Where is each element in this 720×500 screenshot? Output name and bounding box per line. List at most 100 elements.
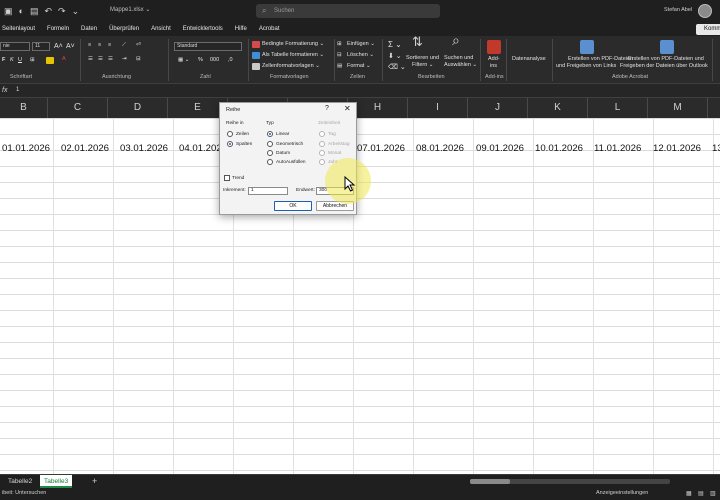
search-box[interactable]: ⌕ Suchen — [256, 4, 440, 18]
italic-icon[interactable]: K — [10, 57, 14, 64]
weekday-radio[interactable] — [319, 141, 325, 147]
create-pdf-outlook-line2[interactable]: Freigeben der Dateien über Outlook — [620, 63, 708, 70]
currency-icon[interactable]: ▦ ⌄ — [178, 57, 189, 64]
rows-radio[interactable] — [227, 131, 233, 137]
cell-i1[interactable]: 08.01.2026 — [416, 143, 464, 154]
document-title[interactable]: Mappe1.xlsx ⌄ — [110, 6, 150, 13]
autosave-toggle-icon[interactable]: ◐ — [19, 4, 24, 18]
redo-icon[interactable]: ↷ — [58, 4, 66, 18]
bold-icon[interactable]: F — [2, 57, 5, 64]
column-header-l[interactable]: L — [588, 98, 648, 118]
create-pdf-links-line1[interactable]: Erstellen von PDF-Dateien — [568, 56, 633, 63]
sort-filter-button-line1[interactable]: Sortieren und — [406, 55, 439, 62]
ok-button[interactable]: OK — [274, 201, 312, 211]
add-ins-button-line2[interactable]: ins — [490, 63, 497, 70]
merge-icon[interactable]: ⊟ — [136, 56, 141, 63]
geometric-radio[interactable] — [267, 141, 273, 147]
format-button[interactable]: Format ⌄ — [347, 63, 371, 70]
cell-d1[interactable]: 03.01.2026 — [120, 143, 168, 154]
tab-review[interactable]: Überprüfen — [109, 26, 139, 32]
decimal-icon[interactable]: ,0 — [228, 57, 233, 64]
save-icon[interactable]: ▤ — [30, 4, 39, 18]
create-pdf-links-line2[interactable]: und Freigeben von Links — [556, 63, 616, 70]
conditional-formatting-button[interactable]: Bedingte Formatierung ⌄ — [262, 41, 324, 48]
column-header-d[interactable]: D — [108, 98, 168, 118]
format-as-table-button[interactable]: Als Tabelle formatieren ⌄ — [262, 52, 324, 59]
year-radio[interactable] — [319, 159, 325, 165]
tab-help[interactable]: Hilfe — [235, 26, 247, 32]
undo-icon[interactable]: ↶ — [44, 4, 52, 18]
column-header-b[interactable]: B — [0, 98, 48, 118]
align-middle-icon[interactable]: ≡ — [98, 42, 101, 49]
comments-button[interactable]: Komm — [696, 24, 720, 35]
linear-radio[interactable] — [267, 131, 273, 137]
cell-b1[interactable]: 01.01.2026 — [2, 143, 50, 154]
wrap-text-icon[interactable]: ⏎ — [136, 42, 141, 49]
clear-icon[interactable]: ⌫ ⌄ — [388, 64, 406, 71]
avatar[interactable] — [698, 4, 712, 18]
delete-button[interactable]: Löschen ⌄ — [347, 52, 374, 59]
fill-icon[interactable]: ⬇ ⌄ — [388, 53, 402, 60]
columns-radio[interactable] — [227, 141, 233, 147]
data-analysis-button[interactable]: Datenanalyse — [512, 56, 546, 63]
accessibility-status[interactable]: ibeit: Untersuchen — [2, 490, 46, 496]
autosum-icon[interactable]: Σ ⌄ — [388, 41, 402, 49]
sheet-tab-tabelle3[interactable]: Tabelle3 — [40, 475, 73, 488]
tab-page-layout[interactable]: Seitenlayout — [2, 26, 35, 32]
borders-icon[interactable]: ⊞ — [30, 57, 35, 64]
cell-l1[interactable]: 11.01.2026 — [594, 143, 641, 154]
close-icon[interactable]: ✕ — [344, 104, 351, 113]
date-radio[interactable] — [267, 150, 273, 156]
add-sheet-icon[interactable]: + — [92, 475, 97, 488]
tab-developer[interactable]: Entwicklertools — [183, 26, 223, 32]
cell-n1[interactable]: 13 — [712, 143, 720, 154]
sort-filter-button-line2[interactable]: Filtern ⌄ — [412, 62, 433, 69]
align-top-icon[interactable]: ≡ — [88, 42, 91, 49]
insert-button[interactable]: Einfügen ⌄ — [347, 41, 375, 48]
find-select-button-line2[interactable]: Auswählen ⌄ — [444, 62, 477, 69]
cell-m1[interactable]: 12.01.2026 — [653, 143, 701, 154]
add-ins-button-line1[interactable]: Add- — [488, 56, 500, 63]
column-header-k[interactable]: K — [528, 98, 588, 118]
orientation-icon[interactable]: ⟋ — [122, 42, 126, 49]
customize-qat-icon[interactable]: ⌄ — [72, 4, 80, 18]
tab-data[interactable]: Daten — [81, 26, 97, 32]
align-center-icon[interactable]: ☰ — [98, 56, 103, 63]
cell-h1[interactable]: 07.01.2026 — [357, 143, 405, 154]
cell-c1[interactable]: 02.01.2026 — [61, 143, 109, 154]
find-select-button-line1[interactable]: Suchen und — [444, 55, 473, 62]
number-format-combo[interactable]: Standard — [174, 42, 242, 51]
cell-styles-button[interactable]: Zellenformatvorlagen ⌄ — [262, 63, 320, 70]
align-bottom-icon[interactable]: ≡ — [108, 42, 111, 49]
underline-icon[interactable]: U — [18, 57, 22, 64]
month-radio[interactable] — [319, 150, 325, 156]
create-pdf-outlook-line1[interactable]: Erstellen von PDF-Dateien und — [628, 56, 704, 63]
font-color-icon[interactable]: A — [62, 56, 66, 63]
horizontal-scrollbar-thumb[interactable] — [470, 479, 510, 484]
page-layout-view-icon[interactable]: ▤ — [698, 490, 704, 497]
column-header-c[interactable]: C — [48, 98, 108, 118]
day-radio[interactable] — [319, 131, 325, 137]
page-break-view-icon[interactable]: ▥ — [710, 490, 716, 497]
function-icon[interactable]: fx — [2, 87, 7, 94]
step-value-input[interactable]: 1 — [248, 187, 288, 195]
trend-checkbox[interactable] — [224, 175, 230, 181]
column-header-i[interactable]: I — [408, 98, 468, 118]
cell-j1[interactable]: 09.01.2026 — [476, 143, 524, 154]
tab-acrobat[interactable]: Acrobat — [259, 26, 280, 32]
sheet-tab-tabelle2[interactable]: Tabelle2 — [4, 475, 36, 488]
fill-color-icon[interactable] — [46, 57, 54, 64]
thousands-icon[interactable]: 000 — [210, 57, 219, 64]
cell-k1[interactable]: 10.01.2026 — [535, 143, 583, 154]
display-settings[interactable]: Anzeigeeinstellungen — [596, 490, 648, 496]
grow-font-icon[interactable]: A˄ — [54, 43, 63, 50]
indent-icon[interactable]: ⇥ — [122, 56, 127, 63]
tab-formulas[interactable]: Formeln — [47, 26, 69, 32]
formula-input[interactable]: 1 — [16, 87, 19, 93]
font-size-combo[interactable]: 11 — [32, 42, 50, 51]
autofill-radio[interactable] — [267, 159, 273, 165]
column-header-j[interactable]: J — [468, 98, 528, 118]
align-left-icon[interactable]: ☰ — [88, 56, 93, 63]
align-right-icon[interactable]: ☰ — [108, 56, 113, 63]
tab-view[interactable]: Ansicht — [151, 26, 171, 32]
